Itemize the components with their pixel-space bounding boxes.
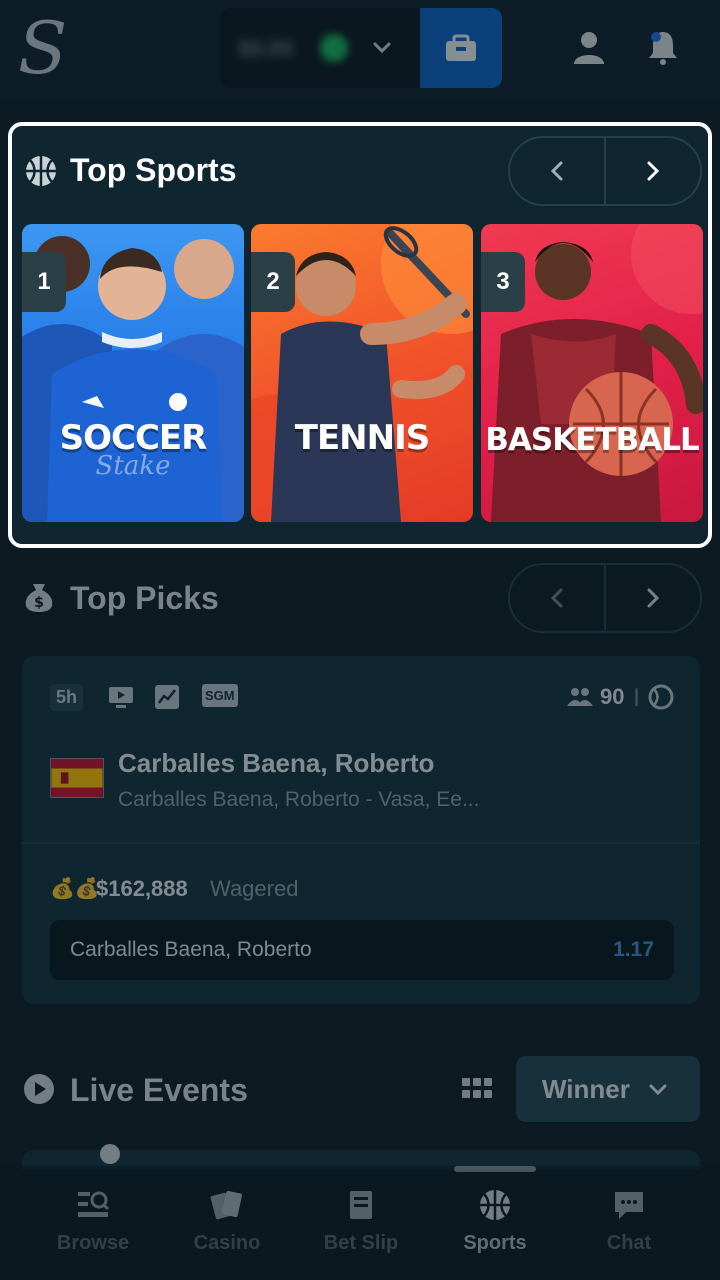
scroll-indicator xyxy=(100,1144,120,1164)
sport-rank-badge: 2 xyxy=(251,252,295,312)
chevron-down-icon xyxy=(649,1084,667,1096)
user-icon[interactable] xyxy=(570,28,608,66)
nav-label: Chat xyxy=(606,1232,652,1254)
nav-bet-slip[interactable]: Bet Slip xyxy=(296,1166,426,1280)
sport-card-label: SOCCER xyxy=(59,418,208,458)
chevron-down-icon xyxy=(373,42,391,54)
sport-card-soccer[interactable]: Stake 1 SOCCER xyxy=(22,224,244,522)
svg-text:$: $ xyxy=(34,595,44,611)
selection-name: Carballes Baena, Roberto xyxy=(70,938,312,961)
section-title: Top Sports xyxy=(70,152,237,188)
balance-amount: $0.00 xyxy=(238,36,294,61)
odds-value: 1.17 xyxy=(613,938,654,961)
sport-card-label: BASKETBALL xyxy=(485,422,699,458)
sport-card-label: TENNIS xyxy=(294,418,430,458)
carousel-prev-button[interactable] xyxy=(510,565,604,631)
chevron-left-icon xyxy=(550,161,563,181)
odds-selection-button[interactable]: Carballes Baena, Roberto 1.17 xyxy=(50,920,674,980)
nav-chat[interactable]: Chat xyxy=(564,1166,694,1280)
nav-browse[interactable]: Browse xyxy=(28,1166,158,1280)
wagered-label: Wagered xyxy=(210,876,299,901)
market-dropdown[interactable]: Winner xyxy=(516,1056,700,1122)
tennis-ball-icon xyxy=(648,684,674,710)
notifications-bell-icon[interactable] xyxy=(644,28,682,66)
event-title: Carballes Baena, Roberto xyxy=(118,748,435,778)
chat-icon xyxy=(615,1192,643,1219)
wallet-button[interactable] xyxy=(420,8,502,88)
bottom-navigation: Browse Casino Bet Slip Sports Chat xyxy=(0,1166,720,1280)
sport-cards: Stake 1 SOCCER 2 TENNIS 3 BASKETBALL xyxy=(22,224,706,522)
wagered-amount: $162,888 xyxy=(96,876,188,901)
chevron-right-icon xyxy=(647,588,660,608)
live-stream-icon xyxy=(109,687,133,708)
chevron-right-icon xyxy=(647,161,660,181)
sport-card-basketball[interactable]: 3 BASKETBALL xyxy=(481,224,703,522)
basketball-icon xyxy=(26,156,56,186)
section-title: Live Events xyxy=(70,1072,248,1108)
bettor-count: 90 xyxy=(600,684,625,709)
sport-rank-badge: 1 xyxy=(22,252,66,312)
chevron-left-icon xyxy=(550,588,563,608)
carousel-prev-button[interactable] xyxy=(510,138,604,204)
divider xyxy=(22,842,700,844)
top-sports-section: Top Sports Stake 1 SOCCER 2 TENNIS 3 BAS… xyxy=(8,122,712,548)
time-badge: 5h xyxy=(50,684,84,711)
same-game-multi-badge: SGM xyxy=(202,684,238,707)
sport-rank-badge: 3 xyxy=(481,252,525,312)
section-title: Top Picks xyxy=(70,580,219,616)
nav-label: Bet Slip xyxy=(323,1232,399,1254)
users-group-icon xyxy=(567,688,593,706)
sports-icon xyxy=(480,1190,510,1220)
bet-slip-icon xyxy=(350,1191,372,1219)
divider: | xyxy=(634,686,640,706)
spain-flag-icon xyxy=(50,758,104,798)
market-selected-value: Winner xyxy=(542,1073,630,1104)
play-circle-icon xyxy=(24,1074,54,1104)
carousel-nav xyxy=(508,136,702,206)
balance-selector[interactable]: $0.00 xyxy=(220,8,420,88)
stats-chart-icon xyxy=(155,685,179,709)
stake-logo[interactable]: S xyxy=(18,12,68,84)
grid-view-icon[interactable] xyxy=(460,1074,494,1108)
carousel-next-button[interactable] xyxy=(604,138,700,204)
carousel-next-button[interactable] xyxy=(604,565,700,631)
nav-casino[interactable]: Casino xyxy=(162,1166,292,1280)
sport-card-tennis[interactable]: 2 TENNIS xyxy=(251,224,473,522)
browse-icon xyxy=(78,1191,110,1217)
wallet-icon xyxy=(446,34,476,61)
nav-sports[interactable]: Sports xyxy=(430,1166,560,1280)
currency-coin-icon xyxy=(320,34,348,62)
casino-icon xyxy=(210,1190,242,1220)
top-pick-card[interactable]: 5h SGM 90 | Carballes Baena, Roberto Car… xyxy=(22,656,700,1004)
app-header: S $0.00 xyxy=(0,0,720,100)
nav-label: Casino xyxy=(193,1232,261,1254)
money-bags-icon: 💰💰 xyxy=(50,878,100,900)
carousel-nav xyxy=(508,563,702,633)
nav-label: Sports xyxy=(463,1232,527,1254)
event-subtitle: Carballes Baena, Roberto - Vasa, Ee... xyxy=(118,788,480,811)
active-tab-indicator xyxy=(454,1166,536,1172)
money-bag-icon: $ xyxy=(25,584,53,612)
nav-label: Browse xyxy=(56,1232,130,1254)
